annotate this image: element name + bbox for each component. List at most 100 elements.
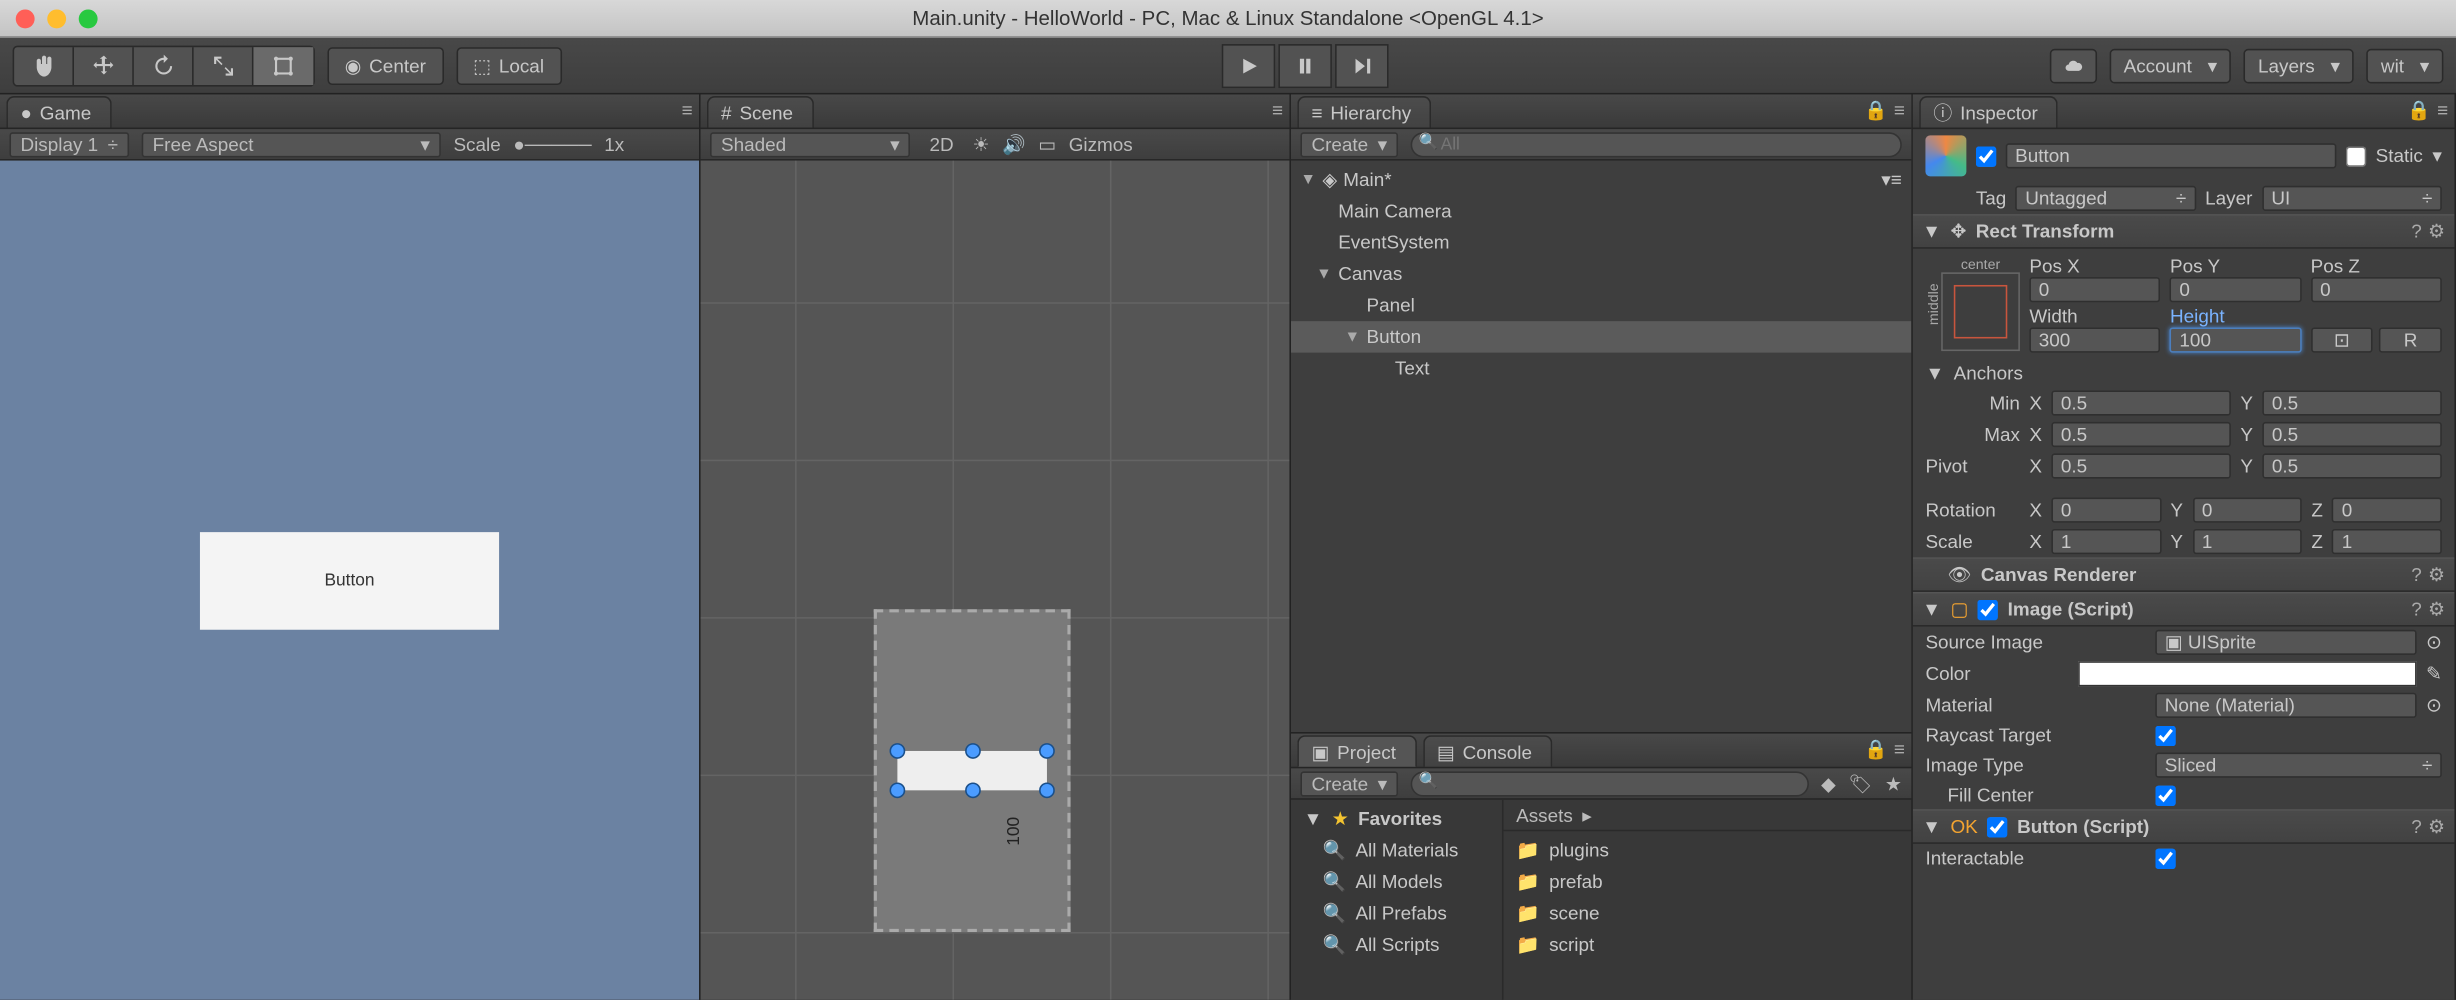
height-field[interactable]: 100 (2170, 327, 2301, 352)
image-type-dropdown[interactable]: Sliced÷ (2155, 753, 2442, 778)
hierarchy-item-canvas[interactable]: ▼Canvas (1291, 258, 1911, 289)
gear-icon[interactable]: ⚙ (2428, 220, 2445, 242)
project-create-dropdown[interactable]: Create▾ (1300, 771, 1398, 796)
panel-menu-icon[interactable]: ≡ (1894, 738, 1905, 760)
rect-transform-header[interactable]: ▼✥Rect Transform?⚙ (1913, 214, 2455, 249)
shading-dropdown[interactable]: Shaded▾ (710, 131, 911, 156)
lock-icon[interactable]: 🔒 (1864, 738, 1888, 760)
favorite-item[interactable]: 🔍All Models (1291, 866, 1502, 897)
anchors-label[interactable]: Anchors (1954, 362, 2023, 384)
rotation-z-field[interactable]: 0 (2332, 497, 2441, 522)
anchor-max-x-field[interactable]: 0.5 (2051, 422, 2230, 447)
object-active-checkbox[interactable] (1976, 146, 1996, 166)
static-checkbox[interactable] (2346, 146, 2366, 166)
help-icon[interactable]: ? (2411, 816, 2422, 838)
favorite-item[interactable]: 🔍All Prefabs (1291, 897, 1502, 928)
panel-menu-icon[interactable]: ≡ (1272, 99, 1283, 121)
scale-y-field[interactable]: 1 (2192, 529, 2301, 554)
rotate-tool-button[interactable] (134, 46, 194, 84)
hierarchy-tab[interactable]: ≡ Hierarchy (1297, 96, 1431, 127)
star-icon[interactable]: ★ (1885, 772, 1902, 794)
toggle-2d-button[interactable]: 2D (923, 133, 960, 155)
layers-dropdown[interactable]: Layers▾ (2244, 48, 2354, 83)
help-icon[interactable]: ? (2411, 220, 2422, 242)
raw-edit-button[interactable]: R (2379, 327, 2441, 352)
interactable-checkbox[interactable] (2155, 848, 2175, 868)
canvas-renderer-header[interactable]: 👁Canvas Renderer?⚙ (1913, 557, 2455, 592)
account-dropdown[interactable]: Account▾ (2109, 48, 2231, 83)
move-tool-button[interactable] (74, 46, 134, 84)
scene-fx-icon[interactable]: ▭ (1038, 133, 1056, 155)
space-mode-toggle[interactable]: ⬚Local (456, 46, 562, 84)
pivot-mode-toggle[interactable]: ◉Center (327, 46, 443, 84)
label-icon[interactable]: 🏷 (1848, 772, 1872, 794)
gear-icon[interactable]: ⚙ (2428, 816, 2445, 838)
maximize-window-button[interactable] (79, 9, 98, 28)
project-search-input[interactable] (1411, 771, 1809, 796)
filter-icon[interactable]: ◆ (1821, 772, 1836, 794)
source-image-field[interactable]: ▣ UISprite (2155, 630, 2416, 655)
hierarchy-item-button[interactable]: ▼Button (1291, 321, 1911, 352)
lock-icon[interactable]: 🔒 (1864, 99, 1888, 121)
posz-field[interactable]: 0 (2311, 277, 2442, 302)
button-component-header[interactable]: ▼OKButton (Script)?⚙ (1913, 809, 2455, 844)
object-picker-icon[interactable]: ⊙ (2426, 694, 2442, 716)
layer-dropdown[interactable]: UI÷ (2262, 186, 2442, 211)
aspect-dropdown[interactable]: Free Aspect▾ (142, 131, 441, 156)
game-tab[interactable]: ● Game (6, 96, 111, 127)
cloud-button[interactable] (2050, 48, 2097, 83)
fill-center-checkbox[interactable] (2155, 785, 2175, 805)
hierarchy-item-text[interactable]: Text (1291, 353, 1911, 384)
image-component-header[interactable]: ▼▢Image (Script)?⚙ (1913, 592, 2455, 627)
help-icon[interactable]: ? (2411, 564, 2422, 586)
favorite-item[interactable]: 🔍All Scripts (1291, 929, 1502, 960)
blueprint-mode-button[interactable]: ⊡ (2311, 327, 2373, 352)
favorites-header[interactable]: ▼★Favorites (1291, 803, 1502, 834)
scale-slider[interactable]: ●───── (513, 133, 591, 155)
anchor-max-y-field[interactable]: 0.5 (2262, 422, 2441, 447)
resize-handle[interactable] (890, 743, 906, 759)
scale-z-field[interactable]: 1 (2332, 529, 2441, 554)
image-enabled-checkbox[interactable] (1978, 599, 1998, 619)
console-tab[interactable]: ▤ Console (1423, 735, 1553, 766)
scene-selected-button[interactable] (897, 751, 1047, 790)
object-icon[interactable] (1925, 135, 1966, 176)
resize-handle[interactable] (964, 782, 980, 798)
resize-handle[interactable] (1039, 782, 1055, 798)
minimize-window-button[interactable] (47, 9, 66, 28)
hierarchy-item-scene[interactable]: ▼◈ Main*▾≡ (1291, 164, 1911, 195)
scale-tool-button[interactable] (194, 46, 254, 84)
hierarchy-item-eventsystem[interactable]: EventSystem (1291, 227, 1911, 258)
project-tab[interactable]: ▣ Project (1297, 735, 1416, 766)
eyedropper-icon[interactable]: ✎ (2426, 663, 2442, 685)
asset-folder[interactable]: 📁plugins (1504, 834, 1912, 865)
close-window-button[interactable] (16, 9, 35, 28)
panel-menu-icon[interactable]: ≡ (1894, 99, 1905, 121)
button-enabled-checkbox[interactable] (1987, 816, 2007, 836)
panel-menu-icon[interactable]: ≡ (2437, 99, 2448, 121)
hierarchy-item-camera[interactable]: Main Camera (1291, 195, 1911, 226)
rotation-x-field[interactable]: 0 (2051, 497, 2160, 522)
gizmos-dropdown[interactable]: Gizmos (1069, 133, 1133, 155)
play-button[interactable] (1222, 43, 1276, 87)
resize-handle[interactable] (1039, 743, 1055, 759)
resize-handle[interactable] (964, 743, 980, 759)
anchor-preset-button[interactable] (1941, 272, 2020, 351)
step-button[interactable] (1335, 43, 1389, 87)
favorite-item[interactable]: 🔍All Materials (1291, 834, 1502, 865)
lock-icon[interactable]: 🔒 (2407, 99, 2431, 121)
tag-dropdown[interactable]: Untagged÷ (2016, 186, 2196, 211)
width-field[interactable]: 300 (2029, 327, 2160, 352)
gear-icon[interactable]: ⚙ (2428, 598, 2445, 620)
scene-audio-icon[interactable]: 🔊 (1002, 133, 1026, 155)
inspector-tab[interactable]: ⓘ Inspector (1919, 96, 2058, 127)
layout-dropdown[interactable]: wit▾ (2367, 48, 2444, 83)
panel-menu-icon[interactable]: ≡ (682, 99, 693, 121)
rotation-y-field[interactable]: 0 (2192, 497, 2301, 522)
anchor-min-y-field[interactable]: 0.5 (2262, 390, 2441, 415)
posx-field[interactable]: 0 (2029, 277, 2160, 302)
rect-tool-button[interactable] (253, 46, 313, 84)
color-field[interactable] (2079, 661, 2417, 686)
hand-tool-button[interactable] (14, 46, 74, 84)
scene-lighting-icon[interactable]: ☀ (973, 133, 990, 155)
